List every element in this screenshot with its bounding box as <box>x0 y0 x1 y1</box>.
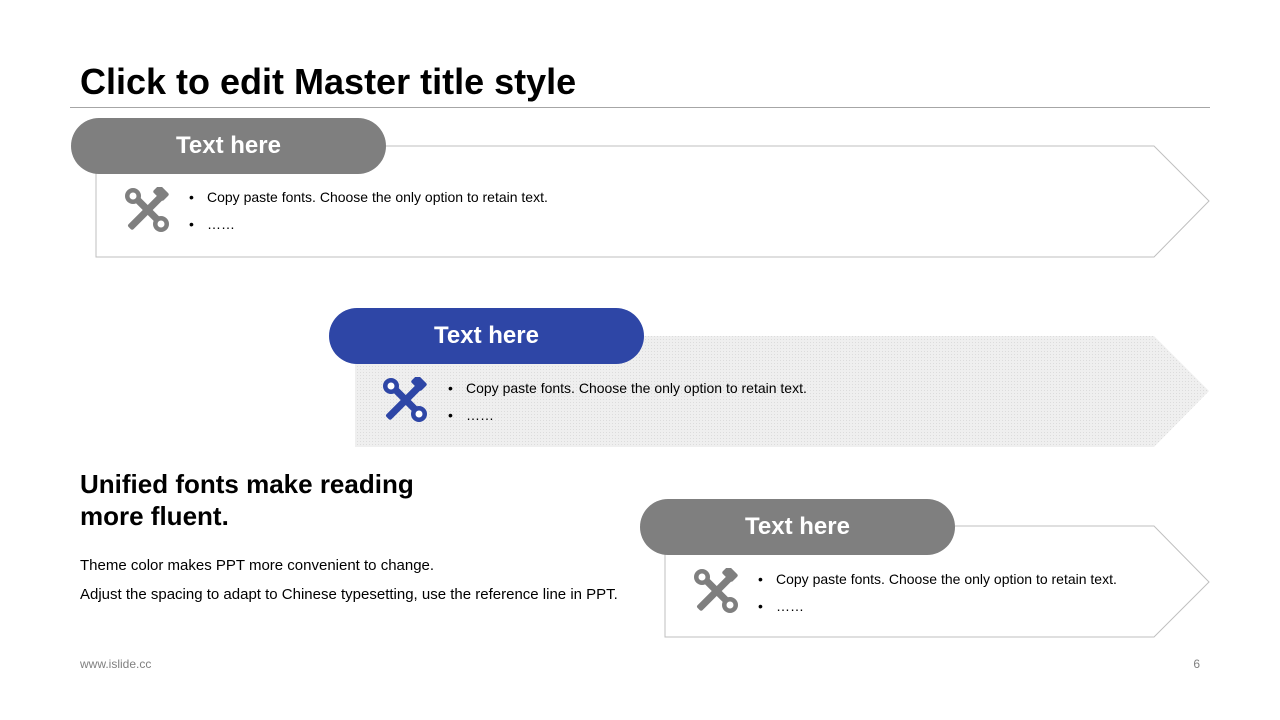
bullet-item[interactable]: Copy paste fonts. Choose the only option… <box>758 566 1117 593</box>
side-heading[interactable]: Unified fonts make reading more fluent. <box>80 468 460 532</box>
step-3-bullets: Copy paste fonts. Choose the only option… <box>758 566 1117 620</box>
footer-url: www.islide.cc <box>80 657 152 671</box>
step-3-pill[interactable]: Text here <box>640 499 955 555</box>
page-number: 6 <box>1193 657 1200 671</box>
side-body-line: Theme color makes PPT more convenient to… <box>80 557 435 574</box>
step-3-label: Text here <box>745 513 850 540</box>
side-body[interactable]: Theme color makes PPT more convenient to… <box>80 551 620 609</box>
side-body-line: Adjust the spacing to adapt to Chinese t… <box>80 586 618 603</box>
bullet-item[interactable]: …… <box>758 593 1117 620</box>
tools-icon <box>694 568 738 613</box>
